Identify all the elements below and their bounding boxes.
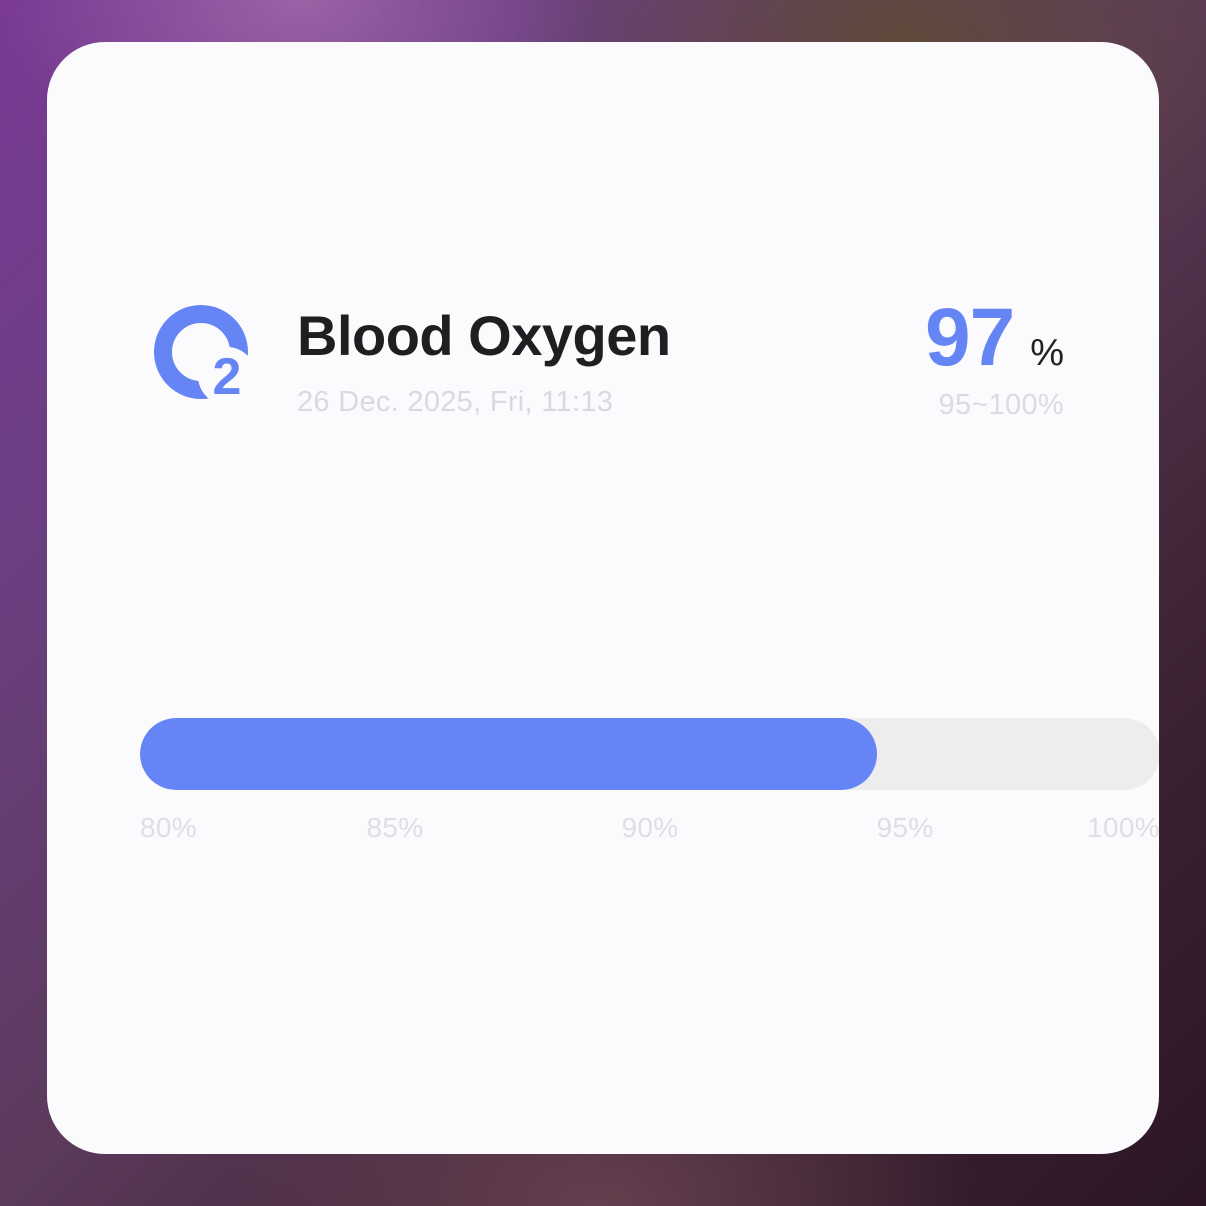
- gauge-tick-label: 95%: [876, 812, 934, 843]
- oxygen-gauge-fill: [140, 718, 877, 790]
- gauge-tick-label: 85%: [366, 812, 424, 843]
- gauge-tick-label: 80%: [140, 812, 197, 843]
- reading-value: 97 %: [925, 292, 1064, 384]
- gauge-scale: 80% 85% 90% 95% 100%: [140, 810, 1159, 850]
- blood-oxygen-card[interactable]: 2 Blood Oxygen 26 Dec. 2025, Fri, 11:13 …: [47, 42, 1159, 1154]
- normal-range: 95~100%: [938, 389, 1064, 421]
- oxygen-unit: %: [1030, 332, 1064, 374]
- card-title: Blood Oxygen: [297, 304, 671, 367]
- gauge-tick-label: 90%: [621, 812, 679, 843]
- measurement-timestamp: 26 Dec. 2025, Fri, 11:13: [297, 386, 614, 418]
- gauge-tick-label: 100%: [1087, 812, 1159, 843]
- o2-icon: 2: [154, 305, 256, 404]
- oxygen-value: 97: [924, 292, 1015, 383]
- svg-text:2: 2: [213, 348, 242, 404]
- oxygen-gauge-track: [140, 718, 1159, 790]
